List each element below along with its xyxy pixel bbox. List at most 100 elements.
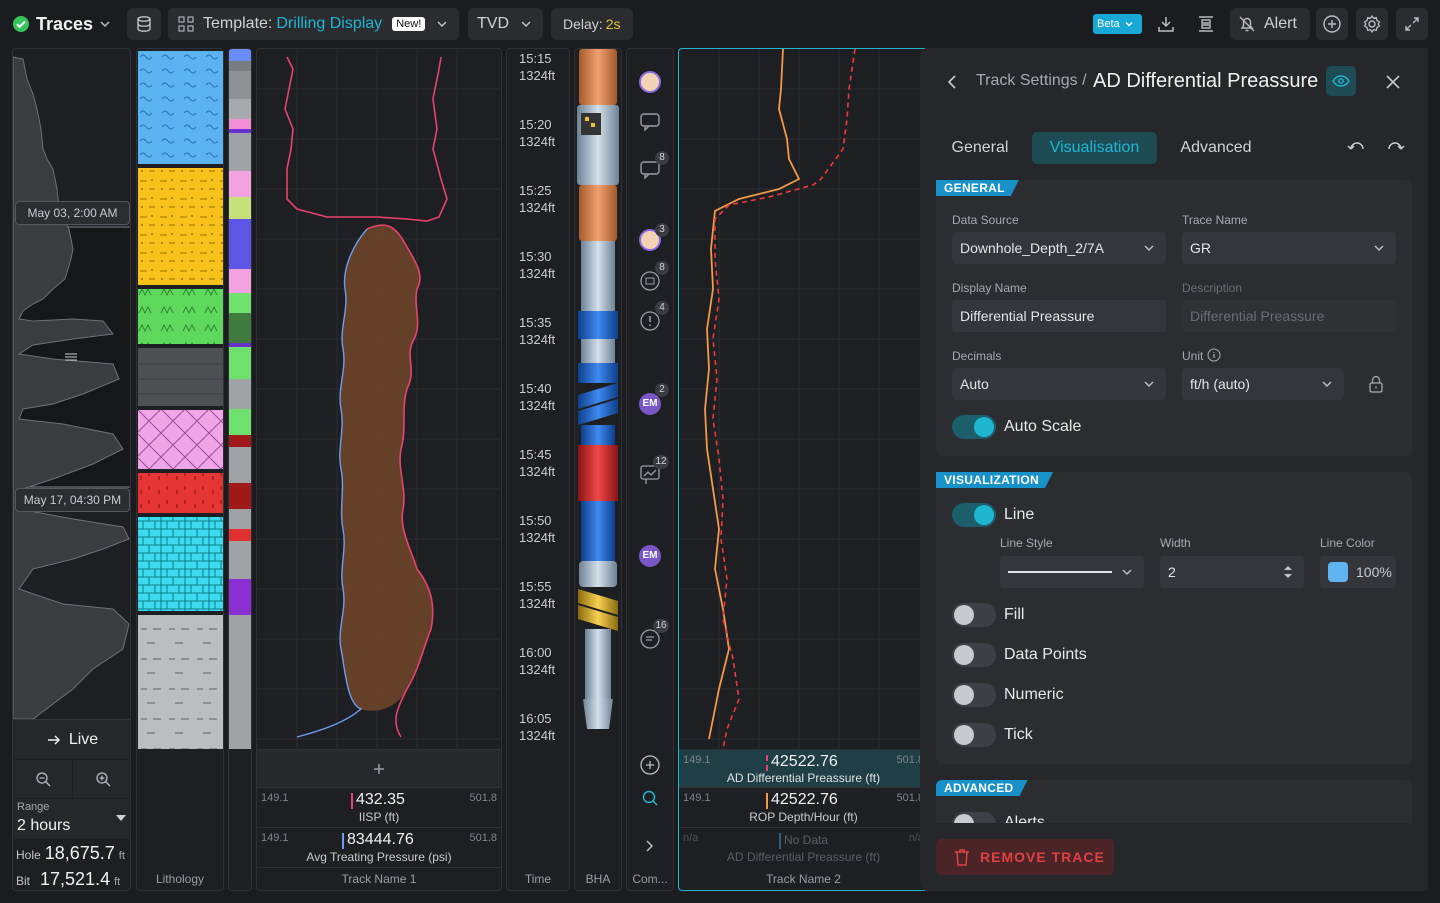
time-label: Time bbox=[524, 872, 552, 886]
search-icon[interactable] bbox=[641, 789, 659, 807]
lithology-track: Lithology bbox=[136, 48, 224, 891]
settings-button[interactable] bbox=[1356, 8, 1388, 40]
remove-trace-button[interactable]: REMOVE TRACE bbox=[936, 839, 1114, 875]
info-icon[interactable] bbox=[1207, 348, 1221, 362]
iisp-readout[interactable]: 149.1 501.8 432.35 IISP (ft) bbox=[257, 787, 501, 827]
numeric-toggle[interactable] bbox=[952, 683, 996, 707]
description-input[interactable]: Differential Preassure bbox=[1182, 300, 1396, 332]
fullscreen-button[interactable] bbox=[1396, 8, 1428, 40]
line-style-preview bbox=[1008, 571, 1112, 573]
layout-button[interactable] bbox=[1190, 8, 1222, 40]
lithology-strip[interactable] bbox=[228, 48, 252, 891]
alert-button[interactable]: Alert bbox=[1230, 8, 1310, 40]
delay-button[interactable]: Delay: 2s bbox=[551, 8, 633, 40]
depth-value: 1324ft bbox=[519, 266, 556, 281]
rop-readout[interactable]: 149.1 501.8 42522.76 ROP Depth/Hour (ft) bbox=[679, 787, 928, 827]
line-toggle[interactable] bbox=[952, 503, 996, 527]
lock-icon[interactable] bbox=[1368, 375, 1384, 393]
stepper-icon[interactable] bbox=[1282, 564, 1294, 580]
time-value: 15:25 bbox=[519, 183, 552, 198]
tick-toggle[interactable] bbox=[952, 723, 996, 747]
chevron-down-icon bbox=[521, 21, 531, 28]
user-avatar-em[interactable]: EM bbox=[639, 393, 661, 415]
bit-value: 17,521.4 bbox=[40, 869, 111, 889]
visibility-toggle[interactable] bbox=[1326, 66, 1356, 96]
robot-icon[interactable] bbox=[640, 271, 660, 291]
readout-max: 501.8 bbox=[469, 832, 497, 844]
time-mark: 15:40 1324ft bbox=[519, 380, 555, 414]
line-style-dropdown[interactable] bbox=[1000, 556, 1144, 588]
time-mark: 15:25 1324ft bbox=[519, 182, 555, 216]
auto-scale-label: Auto Scale bbox=[1004, 418, 1082, 435]
display-name-input[interactable]: Differential Preassure bbox=[952, 300, 1166, 332]
decimals-dropdown[interactable]: Auto bbox=[952, 368, 1166, 400]
hole-value: 18,675.7 bbox=[44, 843, 115, 863]
app-title-button[interactable]: Traces bbox=[12, 8, 111, 40]
lithology-column[interactable] bbox=[137, 49, 223, 749]
tab-general[interactable]: General bbox=[936, 132, 1024, 164]
back-icon[interactable] bbox=[946, 74, 960, 90]
track-1-chart[interactable] bbox=[257, 49, 501, 749]
no-data-readout[interactable]: n/a n/a No Data AD Differential Preassur… bbox=[679, 827, 928, 867]
plus-icon bbox=[374, 763, 384, 774]
avatar[interactable] bbox=[639, 71, 661, 93]
database-button[interactable] bbox=[127, 8, 161, 40]
decimals-label: Decimals bbox=[952, 349, 1002, 363]
range-dropdown[interactable]: Range 2 hours bbox=[13, 799, 130, 839]
download-button[interactable] bbox=[1150, 8, 1182, 40]
readout-name: AD Differential Preassure (ft) bbox=[726, 771, 881, 785]
live-label: Live bbox=[68, 730, 99, 748]
time-mark: 16:05 1324ft bbox=[519, 710, 555, 744]
zoom-out-button[interactable] bbox=[13, 760, 72, 798]
undo-icon[interactable] bbox=[1346, 140, 1366, 156]
user-avatar-em[interactable]: EM bbox=[639, 545, 661, 567]
general-tag: GENERAL bbox=[936, 180, 1019, 196]
depth-value: 1324ft bbox=[519, 530, 556, 545]
avg-treating-pressure-readout[interactable]: 149.1 501.8 83444.76 Avg Treating Pressu… bbox=[257, 827, 501, 867]
tab-visualisation[interactable]: Visualisation bbox=[1032, 132, 1157, 164]
fill-toggle[interactable] bbox=[952, 603, 996, 627]
count-badge: 16 bbox=[653, 619, 669, 633]
time-mark: 15:15 1324ft bbox=[519, 50, 555, 84]
chevron-right-icon[interactable] bbox=[644, 839, 656, 853]
zoom-in-button[interactable] bbox=[73, 760, 130, 798]
breadcrumb[interactable]: Track Settings / bbox=[976, 72, 1087, 90]
add-comment-icon[interactable] bbox=[640, 755, 660, 775]
unit-dropdown[interactable]: ft/h (auto) bbox=[1182, 368, 1344, 400]
close-icon[interactable] bbox=[1386, 75, 1400, 89]
bha-diagram[interactable] bbox=[575, 49, 621, 749]
add-track-button[interactable] bbox=[1316, 8, 1348, 40]
data-points-label: Data Points bbox=[1004, 646, 1087, 663]
auto-scale-toggle[interactable] bbox=[952, 415, 996, 439]
width-input[interactable]: 2 bbox=[1160, 556, 1304, 588]
alerts-toggle[interactable] bbox=[952, 812, 996, 823]
readout-marker bbox=[351, 793, 353, 809]
depth-mode-dropdown[interactable]: TVD bbox=[468, 8, 543, 40]
readout-max: 501.8 bbox=[469, 792, 497, 804]
readout-marker bbox=[342, 833, 344, 849]
redo-icon[interactable] bbox=[1386, 140, 1406, 156]
add-trace-button[interactable] bbox=[257, 749, 501, 787]
remove-label: REMOVE TRACE bbox=[980, 849, 1105, 865]
trace-name-dropdown[interactable]: GR bbox=[1182, 232, 1396, 264]
track-2-label: Track Name 2 bbox=[766, 872, 841, 886]
data-points-toggle[interactable] bbox=[952, 643, 996, 667]
tick-label: Tick bbox=[1004, 726, 1033, 743]
beta-dropdown[interactable]: Beta bbox=[1093, 14, 1142, 34]
tab-label: Visualisation bbox=[1049, 139, 1140, 156]
comment-icon[interactable] bbox=[640, 113, 660, 131]
live-button[interactable]: Live bbox=[13, 719, 130, 759]
track-2-chart[interactable] bbox=[679, 49, 923, 749]
readout-min: n/a bbox=[683, 832, 699, 844]
time-value: 15:50 bbox=[519, 513, 552, 528]
tab-advanced[interactable]: Advanced bbox=[1168, 132, 1264, 164]
line-color-picker[interactable]: 100% bbox=[1320, 556, 1396, 588]
differential-pressure-readout[interactable]: 149.1 501.8 42522.76 AD Differential Pre… bbox=[679, 749, 928, 787]
data-source-dropdown[interactable]: Downhole_Depth_2/7A bbox=[952, 232, 1166, 264]
template-selector[interactable]: Template: Drilling Display New! bbox=[168, 8, 459, 40]
delay-label: Delay: bbox=[563, 16, 603, 32]
chevron-down-icon bbox=[437, 21, 447, 28]
warning-icon[interactable] bbox=[640, 311, 660, 331]
caret-down-icon bbox=[116, 815, 126, 821]
overview-chart[interactable] bbox=[13, 49, 131, 719]
